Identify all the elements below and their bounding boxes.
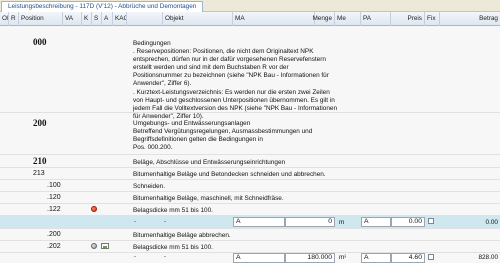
- position-text: Bitumenhaltige Beläge und Betondecken sc…: [133, 171, 326, 178]
- position-text: Umgebungs- und Entwässerungsanlagen Betr…: [133, 120, 313, 152]
- me-unit[interactable]: m²: [339, 254, 346, 261]
- col-fix[interactable]: Fix: [425, 12, 440, 26]
- col-s[interactable]: S: [92, 12, 102, 26]
- table-row[interactable]: 000 Bedingungen . Reservepositionen: Pos…: [0, 27, 500, 120]
- fix-checkbox[interactable]: [428, 218, 434, 224]
- table-row[interactable]: .200 Bitumenhaltige Beläge abbrechen.: [0, 229, 500, 241]
- status-grey-dot-icon[interactable]: [91, 243, 97, 249]
- position-number: .120: [47, 194, 61, 201]
- position-number: 200: [33, 118, 47, 128]
- quantity-entry-row[interactable]: - - A 180.000 m² A 4.60 828.00: [0, 253, 500, 263]
- pa-field[interactable]: A: [361, 253, 391, 263]
- objekt-dash: -: [163, 253, 167, 260]
- position-text: Bitumenhaltige Beläge abbrechen.: [133, 232, 231, 239]
- position-text: Bitumenhaltige Beläge, maschinell, mit S…: [133, 195, 284, 202]
- table-row[interactable]: .100 Schneiden.: [0, 180, 500, 192]
- col-va[interactable]: VA: [63, 12, 82, 26]
- table-row[interactable]: .202 Belagsdicke mm 51 bis 100.: [0, 241, 500, 253]
- kag-dash: -: [133, 218, 137, 225]
- table-row[interactable]: .122 Belagsdicke mm 51 bis 100.: [0, 204, 500, 216]
- col-menge[interactable]: Menge: [285, 12, 335, 26]
- position-number: .122: [47, 206, 61, 213]
- ma-field[interactable]: A: [233, 217, 285, 227]
- position-number: 213: [33, 170, 45, 177]
- col-position[interactable]: Position: [19, 12, 63, 26]
- col-k[interactable]: K: [82, 12, 92, 26]
- position-text: Belagsdicke mm 51 bis 100.: [133, 207, 213, 214]
- table-row[interactable]: .120 Bitumenhaltige Beläge, maschinell, …: [0, 192, 500, 204]
- position-text: Belagsdicke mm 51 bis 100.: [133, 244, 213, 251]
- betrag-value: 0.00: [485, 219, 498, 226]
- image-attachment-icon[interactable]: [101, 243, 109, 249]
- menge-input[interactable]: 0: [285, 217, 335, 227]
- col-pa[interactable]: PA: [361, 12, 391, 26]
- position-text: Schneiden.: [133, 183, 165, 190]
- col-r[interactable]: R: [9, 12, 19, 26]
- kag-dash: -: [133, 253, 137, 260]
- pa-field[interactable]: A: [361, 217, 391, 227]
- position-table: 000 Bedingungen . Reservepositionen: Pos…: [0, 27, 500, 263]
- position-number: .200: [47, 231, 61, 238]
- ma-field[interactable]: A: [233, 253, 285, 263]
- preis-input[interactable]: 0.00: [391, 217, 425, 227]
- table-row[interactable]: 213 Bitumenhaltige Beläge und Betondecke…: [0, 168, 500, 180]
- table-header: OK R Position VA K S A KAG Objekt MA Men…: [0, 12, 500, 26]
- tab-bar: Leistungsbeschreibung - 117D (V'12) - Ab…: [0, 0, 500, 12]
- position-number: 000: [33, 37, 47, 47]
- status-red-dot-icon[interactable]: [91, 206, 97, 212]
- objekt-dash: -: [163, 218, 167, 225]
- col-preis[interactable]: Preis: [391, 12, 425, 26]
- col-betrag[interactable]: Betrag: [440, 12, 500, 26]
- me-unit[interactable]: m: [339, 219, 344, 226]
- col-objekt[interactable]: Objekt: [163, 12, 233, 26]
- menge-input[interactable]: 180.000: [285, 253, 335, 263]
- col-kag-spacer: [127, 12, 163, 26]
- table-row[interactable]: 210 Beläge, Abschlüsse und Entwässerungs…: [0, 155, 500, 168]
- table-row[interactable]: 200 Umgebungs- und Entwässerungsanlagen …: [0, 113, 500, 155]
- position-number: 210: [33, 156, 47, 166]
- tab-leistungsbeschreibung[interactable]: Leistungsbeschreibung - 117D (V'12) - Ab…: [1, 1, 204, 12]
- fix-checkbox[interactable]: [428, 254, 434, 260]
- col-a[interactable]: A: [102, 12, 113, 26]
- betrag-value: 828.00: [478, 254, 498, 261]
- col-kag[interactable]: KAG: [113, 12, 127, 26]
- quantity-entry-row[interactable]: - - A 0 m A 0.00 0.00: [0, 216, 500, 229]
- position-text: Beläge, Abschlüsse und Entwässerungseinr…: [133, 159, 286, 166]
- position-number: .202: [47, 243, 61, 250]
- col-ok[interactable]: OK: [0, 12, 9, 26]
- col-me[interactable]: Me: [335, 12, 361, 26]
- position-number: .100: [47, 182, 61, 189]
- position-text: Bedingungen . Reservepositionen: Positio…: [133, 40, 338, 120]
- preis-input[interactable]: 4.60: [391, 253, 425, 263]
